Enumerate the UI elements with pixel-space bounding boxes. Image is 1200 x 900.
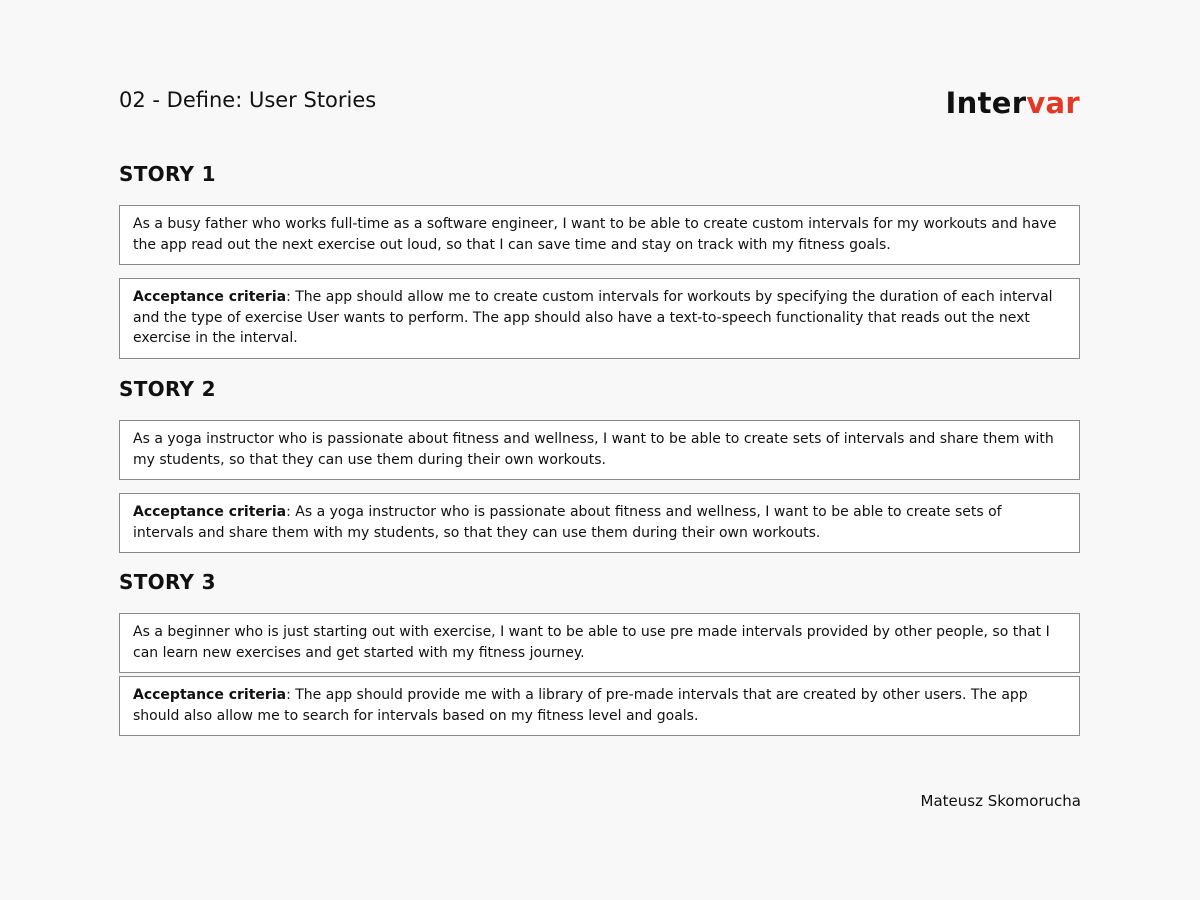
story-3-criteria-label: Acceptance criteria (133, 687, 287, 703)
story-2-criteria-label: Acceptance criteria (133, 504, 287, 520)
story-1-criteria-label: Acceptance criteria (133, 289, 287, 305)
story-2-box: As a yoga instructor who is passionate a… (119, 420, 1080, 480)
story-1-box: As a busy father who works full-time as … (119, 205, 1080, 265)
story-2-acceptance-box: Acceptance criteria: As a yoga instructo… (119, 493, 1080, 553)
story-2-heading: STORY 2 (119, 377, 216, 401)
author-name: Mateusz Skomorucha (920, 792, 1081, 810)
page-title: 02 - Define: User Stories (119, 88, 377, 112)
story-2-text: As a yoga instructor who is passionate a… (133, 431, 1054, 468)
story-3-acceptance-box: Acceptance criteria: The app should prov… (119, 676, 1080, 736)
story-1-acceptance-box: Acceptance criteria: The app should allo… (119, 278, 1080, 359)
logo-accent-text: var (1026, 86, 1080, 120)
story-3-text: As a beginner who is just starting out w… (133, 624, 1050, 661)
logo-main-text: Inter (945, 86, 1027, 120)
story-3-box: As a beginner who is just starting out w… (119, 613, 1080, 673)
intervar-logo: Intervar (946, 86, 1080, 120)
story-1-text: As a busy father who works full-time as … (133, 216, 1057, 253)
story-1-heading: STORY 1 (119, 162, 216, 186)
story-3-heading: STORY 3 (119, 570, 216, 594)
